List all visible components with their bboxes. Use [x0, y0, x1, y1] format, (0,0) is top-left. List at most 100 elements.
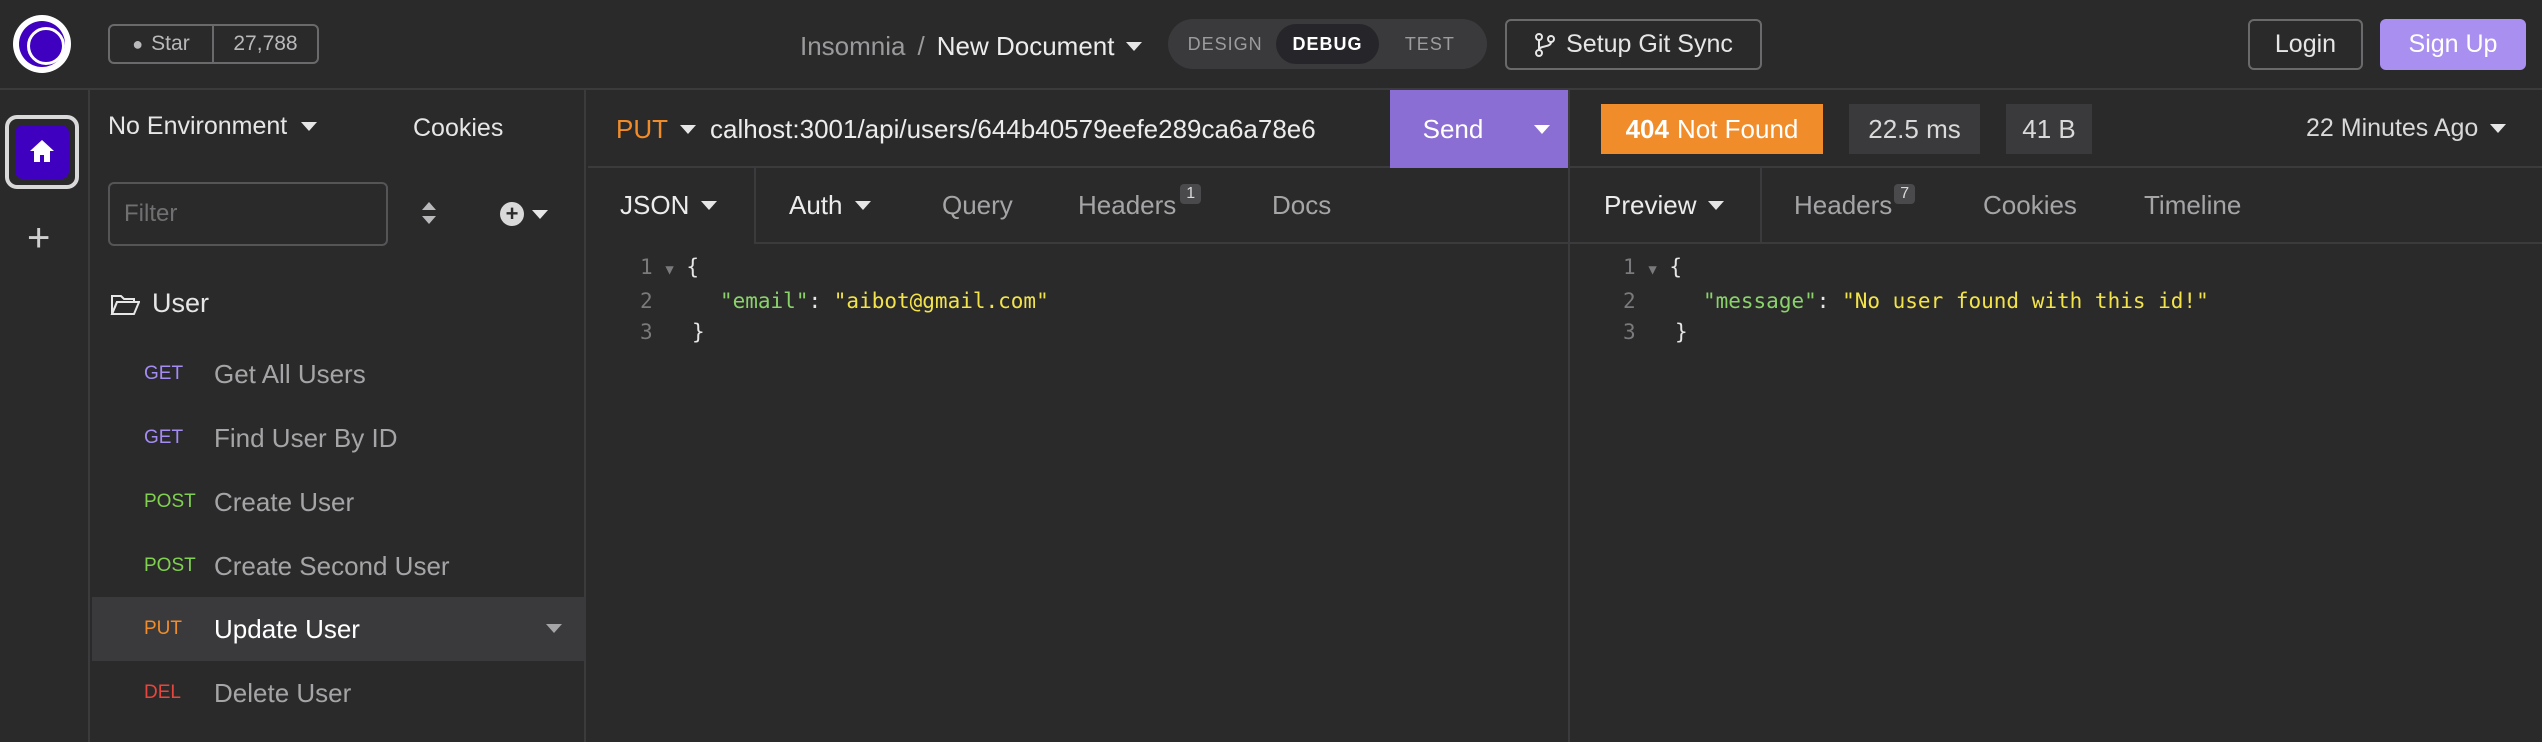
- git-sync-label: Setup Git Sync: [1566, 30, 1733, 58]
- request-body-editor[interactable]: 1 ▼ { 2 "email": "aibot@gmail.com" 3 }: [640, 252, 1049, 348]
- response-size: 41 B: [2006, 104, 2092, 154]
- json-colon: :: [808, 289, 834, 313]
- fold-icon[interactable]: ▼: [665, 262, 673, 278]
- code-brace: {: [686, 255, 700, 279]
- code-brace: }: [1674, 320, 1688, 344]
- headers-count-badge: 1: [1180, 183, 1202, 204]
- folder-open-icon: [110, 294, 140, 315]
- tab-timeline[interactable]: Timeline: [2144, 190, 2241, 221]
- breadcrumb-document[interactable]: New Document: [937, 31, 1115, 62]
- github-star-widget[interactable]: ● Star 27,788: [108, 24, 319, 64]
- tab-response-headers[interactable]: Headers 7: [1794, 183, 1916, 221]
- response-history-selector[interactable]: 22 Minutes Ago: [2306, 114, 2507, 143]
- tab-auth[interactable]: Auth: [789, 190, 871, 221]
- json-key: "message": [1702, 289, 1817, 313]
- git-sync-button[interactable]: Setup Git Sync: [1505, 19, 1762, 70]
- status-code: 404: [1625, 113, 1669, 144]
- filter-input[interactable]: [108, 182, 388, 246]
- tab-docs[interactable]: Docs: [1272, 190, 1331, 221]
- plus-circle-icon: +: [500, 202, 524, 226]
- chevron-down-icon[interactable]: [1126, 41, 1143, 51]
- tab-response-cookies[interactable]: Cookies: [1983, 190, 2077, 221]
- line-number: 3: [640, 320, 653, 344]
- request-name: Create User: [214, 486, 355, 517]
- request-name: Get All Users: [214, 358, 366, 389]
- tab-design[interactable]: DESIGN: [1174, 24, 1276, 64]
- chevron-down-icon: [680, 125, 696, 134]
- login-button[interactable]: Login: [2248, 19, 2363, 70]
- tab-headers[interactable]: Headers 1: [1078, 183, 1202, 221]
- sidebar-item-update-user[interactable]: PUT Update User: [92, 597, 586, 661]
- tab-test[interactable]: TEST: [1379, 24, 1481, 64]
- breadcrumb: Insomnia / New Document: [800, 26, 1143, 66]
- status-badge: 404 Not Found: [1601, 104, 1823, 154]
- method-label: PUT: [616, 114, 668, 144]
- response-age: 22 Minutes Ago: [2306, 114, 2479, 142]
- environment-selector[interactable]: No Environment: [108, 112, 318, 141]
- tab-body-json[interactable]: JSON: [620, 190, 718, 221]
- chevron-down-icon[interactable]: [546, 624, 562, 633]
- chevron-down-icon: [701, 201, 718, 210]
- tab-label: Headers: [1794, 190, 1893, 220]
- star-label: Star: [151, 32, 190, 55]
- send-options-button[interactable]: [1516, 90, 1568, 168]
- headers-count-badge: 7: [1894, 183, 1916, 204]
- request-name: Find User By ID: [214, 422, 398, 453]
- method-selector[interactable]: PUT: [616, 114, 696, 145]
- sidebar-item-find-user-by-id[interactable]: GET Find User By ID: [92, 406, 586, 470]
- add-icon[interactable]: +: [27, 218, 50, 258]
- tab-debug[interactable]: DEBUG: [1276, 24, 1379, 64]
- github-icon: ●: [132, 33, 144, 54]
- chevron-down-icon: [2490, 124, 2507, 133]
- send-label: Send: [1422, 113, 1484, 144]
- environment-label: No Environment: [108, 112, 288, 140]
- sidebar-item-create-user[interactable]: POST Create User: [92, 470, 586, 534]
- signup-button[interactable]: Sign Up: [2380, 19, 2526, 70]
- tab-query[interactable]: Query: [942, 190, 1013, 221]
- method-badge: PUT: [144, 618, 182, 639]
- request-name: Update User: [214, 613, 360, 644]
- fold-icon[interactable]: ▼: [1648, 262, 1656, 278]
- status-text: Not Found: [1676, 113, 1799, 144]
- folder-user[interactable]: User: [110, 288, 209, 319]
- request-name: Delete User: [214, 677, 352, 708]
- add-request-button[interactable]: +: [500, 202, 548, 226]
- tab-label: Preview: [1604, 190, 1697, 220]
- response-body-viewer[interactable]: 1 ▼ { 2 "message": "No user found with t…: [1623, 252, 2209, 348]
- tab-label: JSON: [620, 190, 690, 220]
- breadcrumb-separator: /: [917, 30, 925, 61]
- insomnia-logo-icon[interactable]: [13, 15, 71, 73]
- json-colon: :: [1816, 289, 1843, 313]
- method-badge: DEL: [144, 682, 181, 703]
- tab-preview[interactable]: Preview: [1604, 190, 1725, 221]
- tab-label: Headers: [1078, 190, 1177, 220]
- json-key: "email": [719, 289, 809, 313]
- method-badge: GET: [144, 363, 184, 384]
- url-input[interactable]: calhost:3001/api/users/644b40579eefe289c…: [710, 114, 1316, 145]
- folder-label: User: [152, 288, 210, 318]
- sidebar-item-create-second-user[interactable]: POST Create Second User: [92, 534, 586, 598]
- send-button[interactable]: Send: [1390, 90, 1568, 168]
- json-value: "aibot@gmail.com": [833, 289, 1049, 313]
- line-number: 1: [640, 255, 653, 279]
- breadcrumb-workspace[interactable]: Insomnia: [800, 31, 906, 62]
- tab-label: Docs: [1272, 190, 1332, 220]
- cookies-button[interactable]: Cookies: [413, 114, 503, 143]
- method-badge: POST: [144, 491, 196, 512]
- home-button[interactable]: [5, 115, 79, 189]
- star-count: 27,788: [233, 32, 298, 55]
- json-value: "No user found with this id!": [1842, 289, 2209, 313]
- sort-icon[interactable]: [420, 200, 438, 231]
- tab-label: Cookies: [1983, 190, 2077, 220]
- home-icon: [30, 140, 54, 162]
- code-brace: }: [691, 320, 705, 344]
- sidebar-item-get-all-users[interactable]: GET Get All Users: [92, 342, 586, 406]
- method-badge: POST: [144, 555, 196, 576]
- chevron-down-icon: [301, 122, 318, 131]
- line-number: 1: [1623, 255, 1636, 279]
- chevron-down-icon: [532, 209, 548, 219]
- github-star-button[interactable]: ● Star: [110, 26, 214, 62]
- mode-switcher: DESIGN DEBUG TEST: [1168, 19, 1487, 69]
- tab-label: Auth: [789, 190, 843, 220]
- sidebar-item-delete-user[interactable]: DEL Delete User: [92, 661, 586, 725]
